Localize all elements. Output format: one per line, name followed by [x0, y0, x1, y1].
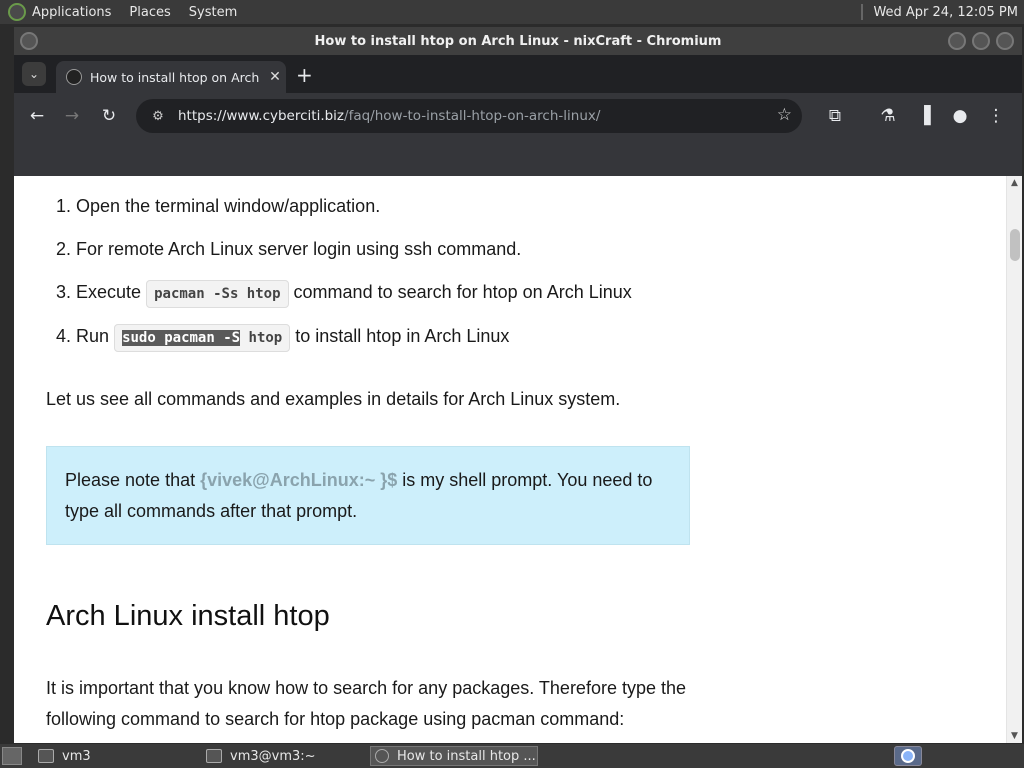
new-tab-button[interactable]: +	[296, 63, 313, 87]
page-viewport: 1. Open the terminal window/application.…	[14, 176, 1022, 743]
close-window-button[interactable]	[996, 32, 1014, 50]
step-text-pre: Execute	[76, 282, 142, 302]
taskbar-label: vm3	[62, 748, 91, 764]
step-text: Open the terminal window/application.	[76, 196, 381, 216]
list-item: 3. Execute pacman -Ss htop command to se…	[56, 280, 632, 308]
step-text: For remote Arch Linux server login using…	[76, 239, 522, 259]
applications-menu-icon[interactable]	[8, 3, 26, 21]
panel-separator	[861, 4, 864, 20]
step-number: 3.	[56, 282, 72, 302]
scrollbar-thumb[interactable]	[1010, 229, 1020, 261]
taskbar-label: vm3@vm3:~	[230, 748, 316, 764]
site-info-icon[interactable]: ⚙	[148, 109, 168, 124]
tab-active[interactable]: How to install htop on Arch L ✕	[56, 61, 286, 93]
window-title: How to install htop on Arch Linux - nixC…	[314, 33, 722, 49]
menu-applications[interactable]: Applications	[32, 5, 111, 20]
menu-system[interactable]: System	[189, 5, 237, 20]
reload-icon[interactable]: ↻	[96, 103, 122, 129]
site-favicon-icon	[66, 69, 82, 85]
window-titlebar[interactable]: How to install htop on Arch Linux - nixC…	[14, 27, 1022, 55]
section-heading: Arch Linux install htop	[46, 600, 330, 632]
show-desktop-button[interactable]	[2, 747, 22, 765]
chevron-down-icon: ⌄	[28, 67, 40, 81]
step-number: 1.	[56, 196, 72, 216]
bookmark-star-icon[interactable]: ☆	[777, 105, 792, 125]
step-text-post: to install htop in Arch Linux	[295, 326, 510, 346]
body-paragraph: It is important that you know how to sea…	[46, 678, 687, 729]
list-item: 2. For remote Arch Linux server login us…	[56, 239, 521, 260]
intro-paragraph: Let us see all commands and examples in …	[46, 389, 621, 409]
back-arrow-icon[interactable]: ←	[24, 103, 50, 129]
more-menu-icon[interactable]: ⋮	[983, 103, 1009, 129]
code-rest: htop	[240, 330, 283, 346]
profile-avatar-icon[interactable]: ●	[947, 103, 973, 129]
page-scrollbar[interactable]: ▲ ▼	[1006, 176, 1022, 743]
code-snippet-selected[interactable]: sudo pacman -S htop	[114, 324, 291, 352]
step-text-pre: Run	[76, 326, 110, 346]
tab-title: How to install htop on Arch L	[90, 69, 264, 85]
terminal-icon	[206, 749, 222, 763]
browser-window: How to install htop on Arch Linux - nixC…	[14, 27, 1022, 743]
minimize-button[interactable]	[948, 32, 966, 50]
shell-prompt: {vivek@ArchLinux:~ }$	[200, 470, 398, 490]
tray-chromium-icon[interactable]	[894, 746, 922, 766]
menu-places[interactable]: Places	[129, 5, 170, 20]
note-text-pre: Please note that	[65, 470, 201, 490]
browser-toolbar: ← → ↻ ⚙ https://www.cyberciti.biz/faq/ho…	[14, 93, 1022, 139]
top-panel: Applications Places System Wed Apr 24, 1…	[0, 0, 1024, 24]
step-text-post: command to search for htop on Arch Linux	[293, 282, 632, 302]
list-item: 4. Run sudo pacman -S htop to install ht…	[56, 324, 510, 352]
scroll-up-icon[interactable]: ▲	[1011, 178, 1018, 188]
tab-strip: ⌄ How to install htop on Arch L ✕ +	[14, 55, 1022, 93]
taskbar-item-chromium[interactable]: How to install htop ...	[370, 746, 538, 766]
extensions-puzzle-icon[interactable]: ⧉	[822, 103, 848, 129]
address-bar[interactable]: ⚙ https://www.cyberciti.biz/faq/how-to-i…	[136, 99, 802, 133]
clock[interactable]: Wed Apr 24, 12:05 PM	[873, 5, 1018, 20]
selected-text: sudo pacman -S	[122, 330, 241, 346]
folder-icon	[38, 749, 54, 763]
code-snippet[interactable]: pacman -Ss htop	[146, 280, 289, 308]
tab-search-button[interactable]: ⌄	[22, 62, 46, 86]
bookmarks-bar	[14, 139, 1022, 179]
list-item: 1. Open the terminal window/application.	[56, 196, 380, 217]
step-number: 4.	[56, 326, 72, 346]
tab-close-icon[interactable]: ✕	[264, 69, 286, 85]
chromium-icon	[375, 749, 389, 763]
note-box: Please note that {vivek@ArchLinux:~ }$ i…	[46, 446, 690, 545]
side-panel-icon[interactable]: ▐	[911, 103, 937, 129]
step-number: 2.	[56, 239, 72, 259]
taskbar-item-terminal[interactable]: vm3@vm3:~	[206, 746, 316, 766]
url-host: https://www.cyberciti.biz	[178, 108, 345, 124]
taskbar-label: How to install htop ...	[397, 748, 536, 764]
url-path: /faq/how-to-install-htop-on-arch-linux/	[344, 108, 601, 124]
taskbar: vm3 vm3@vm3:~ How to install htop ...	[0, 744, 1024, 768]
labs-flask-icon[interactable]: ⚗	[875, 103, 901, 129]
taskbar-item-vm3[interactable]: vm3	[38, 746, 91, 766]
maximize-button[interactable]	[972, 32, 990, 50]
forward-arrow-icon[interactable]: →	[59, 103, 85, 129]
scroll-down-icon[interactable]: ▼	[1011, 731, 1018, 741]
window-menu-button[interactable]	[20, 32, 38, 50]
